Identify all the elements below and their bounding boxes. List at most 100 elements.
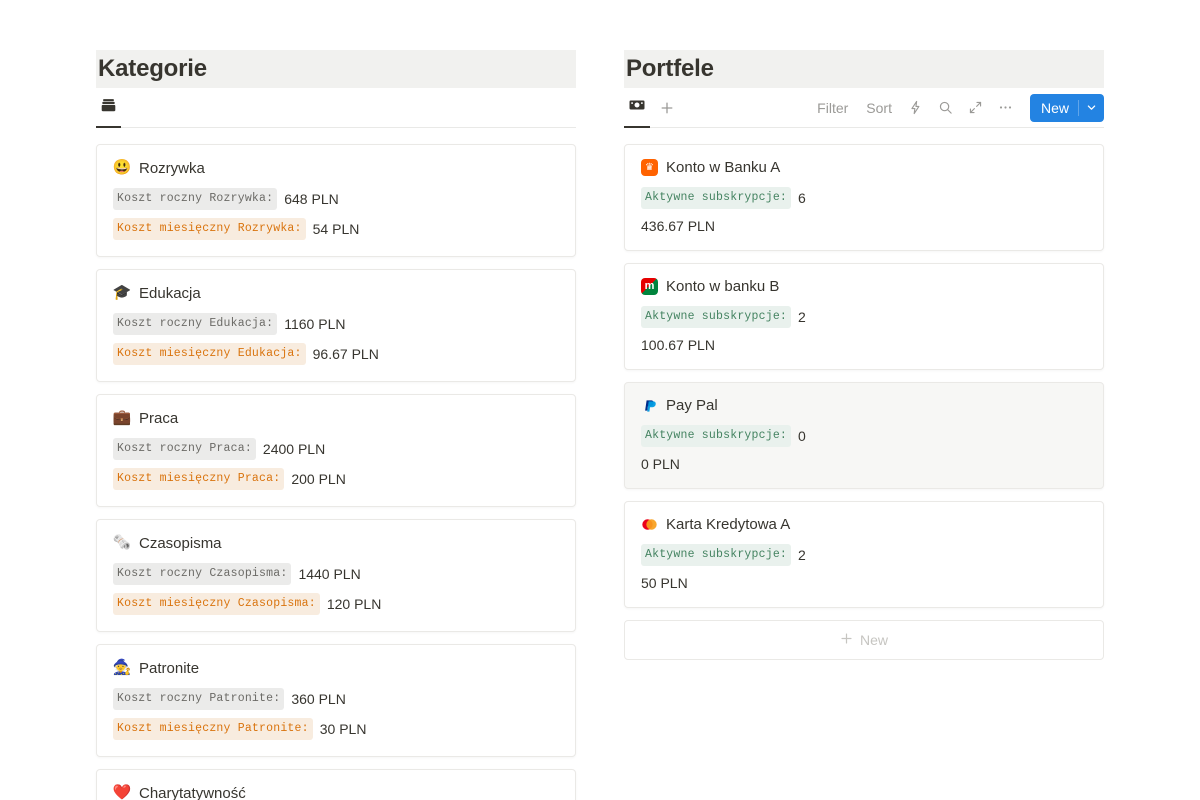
wallet-name: Pay Pal <box>666 397 718 414</box>
sort-button[interactable]: Sort <box>858 96 900 120</box>
lightning-bolt-icon[interactable] <box>902 94 930 122</box>
card-title-row: Karta Kredytowa A <box>641 516 1087 533</box>
card-title-row: Pay Pal <box>641 397 1087 414</box>
monthly-cost-value: 200 PLN <box>291 471 346 487</box>
search-icon[interactable] <box>932 94 960 122</box>
wallet-card[interactable]: Pay Pal Aktywne subskrypcje: 0 0 PLN <box>624 382 1104 489</box>
mastercard-icon <box>641 516 658 533</box>
active-subscriptions-row: Aktywne subskrypcje: 0 <box>641 425 1087 447</box>
monthly-cost-label: Koszt miesięczny Patronite: <box>113 718 313 740</box>
banknote-view-icon <box>628 96 646 119</box>
mage-emoji: 🧙 <box>112 659 132 676</box>
add-view-button[interactable] <box>654 95 680 121</box>
yearly-cost-value: 648 PLN <box>284 191 339 207</box>
categories-title-bar: Kategorie <box>96 50 576 88</box>
card-title-row: 🧙 Patronite <box>113 659 559 677</box>
category-name: Rozrywka <box>139 159 205 177</box>
card-title-row: 💼 Praca <box>113 409 559 427</box>
tab-wallets-gallery[interactable] <box>624 88 650 128</box>
active-subscriptions-label: Aktywne subskrypcje: <box>641 306 792 328</box>
wallet-card[interactable]: Karta Kredytowa A Aktywne subskrypcje: 2… <box>624 501 1104 608</box>
categories-column: Kategorie 😃 Rozrywka Koszt roczny Rozryw… <box>96 50 576 800</box>
active-subscriptions-value: 2 <box>798 309 806 325</box>
monthly-cost-row: Koszt miesięczny Czasopisma: 120 PLN <box>113 593 559 615</box>
rolled-up-newspaper-emoji: 🗞️ <box>112 534 132 551</box>
page-root: Kategorie 😃 Rozrywka Koszt roczny Rozryw… <box>0 0 1200 800</box>
wallets-view-tabs <box>624 88 680 128</box>
yearly-cost-label: Koszt roczny Praca: <box>113 438 256 460</box>
wallet-amount: 0 PLN <box>641 456 680 472</box>
ing-bank-icon: ♛ <box>641 159 658 176</box>
card-title-row: 😃 Rozrywka <box>113 159 559 177</box>
filter-button[interactable]: Filter <box>809 96 856 120</box>
gallery-view-icon <box>100 97 117 119</box>
monthly-cost-value: 30 PLN <box>319 721 367 737</box>
monthly-cost-value: 96.67 PLN <box>312 346 379 362</box>
wallets-title-bar: Portfele <box>624 50 1104 88</box>
category-name: Patronite <box>139 659 200 677</box>
wallet-name: Konto w Banku A <box>666 159 781 176</box>
wallet-card[interactable]: m Konto w banku B Aktywne subskrypcje: 2… <box>624 263 1104 370</box>
monthly-cost-row: Koszt miesięczny Praca: 200 PLN <box>113 468 559 490</box>
yearly-cost-row: Koszt roczny Rozrywka: 648 PLN <box>113 188 559 210</box>
expand-arrows-icon[interactable] <box>962 94 990 122</box>
active-subscriptions-value: 6 <box>798 190 806 206</box>
red-heart-emoji: ❤️ <box>112 784 132 800</box>
tab-categories-gallery[interactable] <box>96 88 121 128</box>
wallets-toolbar-actions: Filter Sort New <box>809 93 1104 122</box>
wallet-amount: 100.67 PLN <box>641 337 715 353</box>
category-card[interactable]: 😃 Rozrywka Koszt roczny Rozrywka: 648 PL… <box>96 144 576 257</box>
yearly-cost-value: 1160 PLN <box>284 316 346 332</box>
monthly-cost-row: Koszt miesięczny Rozrywka: 54 PLN <box>113 218 559 240</box>
yearly-cost-label: Koszt roczny Edukacja: <box>113 313 278 335</box>
wallet-card[interactable]: ♛ Konto w Banku A Aktywne subskrypcje: 6… <box>624 144 1104 251</box>
mbank-icon: m <box>641 278 658 295</box>
ellipsis-icon[interactable] <box>992 94 1020 122</box>
yearly-cost-label: Koszt roczny Czasopisma: <box>113 563 292 585</box>
categories-view-tabs <box>96 88 121 128</box>
monthly-cost-label: Koszt miesięczny Czasopisma: <box>113 593 320 615</box>
card-title-row: 🎓 Edukacja <box>113 284 559 302</box>
wallet-amount: 436.67 PLN <box>641 218 715 234</box>
new-wallet-label: New <box>859 632 888 648</box>
category-name: Czasopisma <box>139 534 222 552</box>
wallets-title: Portfele <box>626 55 714 82</box>
active-subscriptions-value: 2 <box>798 547 806 563</box>
briefcase-emoji: 💼 <box>112 409 132 426</box>
wallet-amount: 50 PLN <box>641 575 688 591</box>
monthly-cost-row: Koszt miesięczny Edukacja: 96.67 PLN <box>113 343 559 365</box>
monthly-cost-label: Koszt miesięczny Edukacja: <box>113 343 306 365</box>
monthly-cost-row: Koszt miesięczny Patronite: 30 PLN <box>113 718 559 740</box>
active-subscriptions-row: Aktywne subskrypcje: 2 <box>641 544 1087 566</box>
chevron-down-icon[interactable] <box>1079 102 1104 113</box>
card-title-row: 🗞️ Czasopisma <box>113 534 559 552</box>
new-button-label: New <box>1040 99 1069 116</box>
graduation-cap-emoji: 🎓 <box>112 284 132 301</box>
category-card[interactable]: 💼 Praca Koszt roczny Praca: 2400 PLN Kos… <box>96 394 576 507</box>
monthly-cost-label: Koszt miesięczny Praca: <box>113 468 285 490</box>
category-name: Praca <box>139 409 179 427</box>
active-subscriptions-row: Aktywne subskrypcje: 6 <box>641 187 1087 209</box>
card-title-row: m Konto w banku B <box>641 278 1087 295</box>
yearly-cost-row: Koszt roczny Patronite: 360 PLN <box>113 688 559 710</box>
category-card[interactable]: ❤️ Charytatywność Koszt roczny Charytaty… <box>96 769 576 800</box>
yearly-cost-row: Koszt roczny Czasopisma: 1440 PLN <box>113 563 559 585</box>
wallets-toolbar: Filter Sort New <box>624 88 1104 128</box>
yearly-cost-value: 360 PLN <box>291 691 346 707</box>
categories-title: Kategorie <box>98 55 207 82</box>
category-card[interactable]: 🗞️ Czasopisma Koszt roczny Czasopisma: 1… <box>96 519 576 632</box>
category-card[interactable]: 🎓 Edukacja Koszt roczny Edukacja: 1160 P… <box>96 269 576 382</box>
yearly-cost-label: Koszt roczny Rozrywka: <box>113 188 278 210</box>
new-wallet-row[interactable]: New <box>624 620 1104 660</box>
new-button[interactable]: New <box>1029 93 1104 122</box>
active-subscriptions-label: Aktywne subskrypcje: <box>641 187 792 209</box>
active-subscriptions-row: Aktywne subskrypcje: 2 <box>641 306 1087 328</box>
yearly-cost-value: 1440 PLN <box>298 566 361 582</box>
yearly-cost-label: Koszt roczny Patronite: <box>113 688 285 710</box>
category-name: Charytatywność <box>139 784 246 800</box>
categories-toolbar <box>96 88 576 128</box>
active-subscriptions-label: Aktywne subskrypcje: <box>641 425 792 447</box>
category-card[interactable]: 🧙 Patronite Koszt roczny Patronite: 360 … <box>96 644 576 757</box>
monthly-cost-label: Koszt miesięczny Rozrywka: <box>113 218 306 240</box>
yearly-cost-row: Koszt roczny Praca: 2400 PLN <box>113 438 559 460</box>
